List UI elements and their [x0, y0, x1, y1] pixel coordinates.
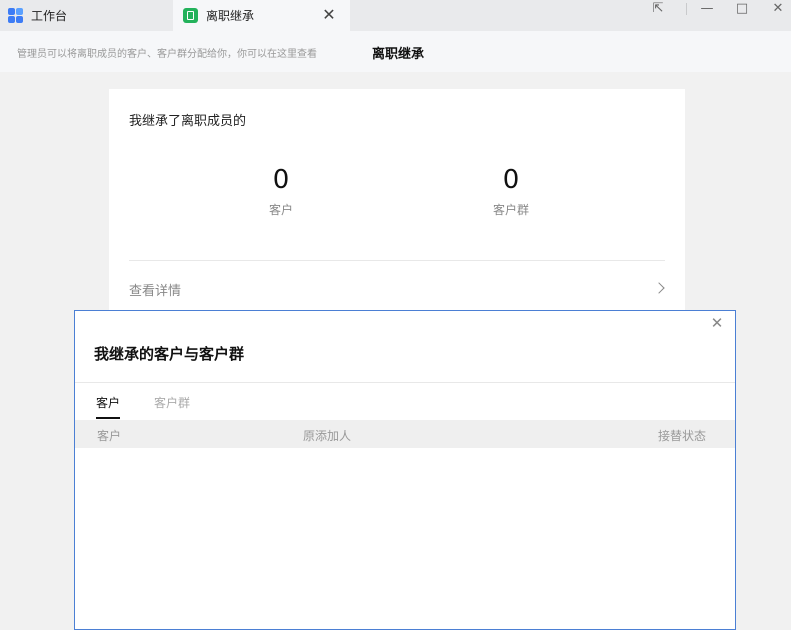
tab-resignation-inheritance[interactable]: 离职继承 ✕: [173, 0, 350, 31]
inherited-customers-dialog: ✕ 我继承的客户与客户群 客户 客户群 客户 原添加人 接替状态: [74, 310, 736, 630]
window-controls-divider: [686, 3, 687, 15]
card-title: 我继承了离职成员的: [129, 114, 247, 129]
tab-workbench-label: 工作台: [31, 9, 68, 23]
minimize-window-icon[interactable]: —: [692, 0, 722, 18]
stat-customer-groups-value: 0: [502, 165, 520, 195]
column-header-original-adder: 原添加人: [303, 429, 352, 443]
tab-workbench[interactable]: 工作台: [0, 0, 172, 31]
view-details-link[interactable]: 查看详情: [129, 280, 181, 299]
window-tab-bar: 工作台 离职继承 ✕ ⇱ — □ ✕: [0, 0, 791, 31]
tab-customers[interactable]: 客户: [96, 394, 121, 419]
stat-customer-groups-label: 客户群: [492, 203, 529, 217]
stat-customer-groups[interactable]: 0 客户群: [451, 165, 571, 218]
workbench-grid-icon: [8, 8, 23, 23]
column-header-transfer-status: 接替状态: [657, 429, 706, 443]
tab-close-icon[interactable]: ✕: [320, 6, 338, 24]
dialog-title: 我继承的客户与客户群: [94, 345, 245, 363]
table-body: [75, 448, 735, 629]
page-header: 管理员可以将离职成员的客户、客户群分配给你，你可以在这里查看 离职继承: [0, 31, 791, 72]
document-app-icon: [183, 8, 198, 23]
restore-window-icon[interactable]: ⇱: [643, 0, 673, 18]
tab-customer-groups[interactable]: 客户群: [154, 394, 190, 417]
table-header-row: 客户 原添加人 接替状态: [75, 420, 735, 448]
chevron-right-icon[interactable]: [653, 282, 665, 294]
stat-customers[interactable]: 0 客户: [221, 165, 341, 218]
inheritance-summary-card: 我继承了离职成员的 0 客户 0 客户群 查看详情: [109, 89, 685, 319]
tab-resignation-inheritance-label: 离职继承: [206, 9, 255, 23]
stat-customers-value: 0: [272, 165, 290, 195]
page-hint-text: 管理员可以将离职成员的客户、客户群分配给你，你可以在这里查看: [17, 49, 317, 60]
dialog-divider: [75, 382, 735, 383]
stat-customers-label: 客户: [268, 203, 293, 217]
card-divider: [129, 260, 665, 261]
page-title: 离职继承: [372, 47, 425, 62]
dialog-close-icon[interactable]: ✕: [708, 314, 726, 332]
maximize-window-icon[interactable]: □: [727, 0, 757, 18]
close-window-icon[interactable]: ✕: [763, 0, 791, 18]
column-header-customer: 客户: [97, 429, 122, 443]
